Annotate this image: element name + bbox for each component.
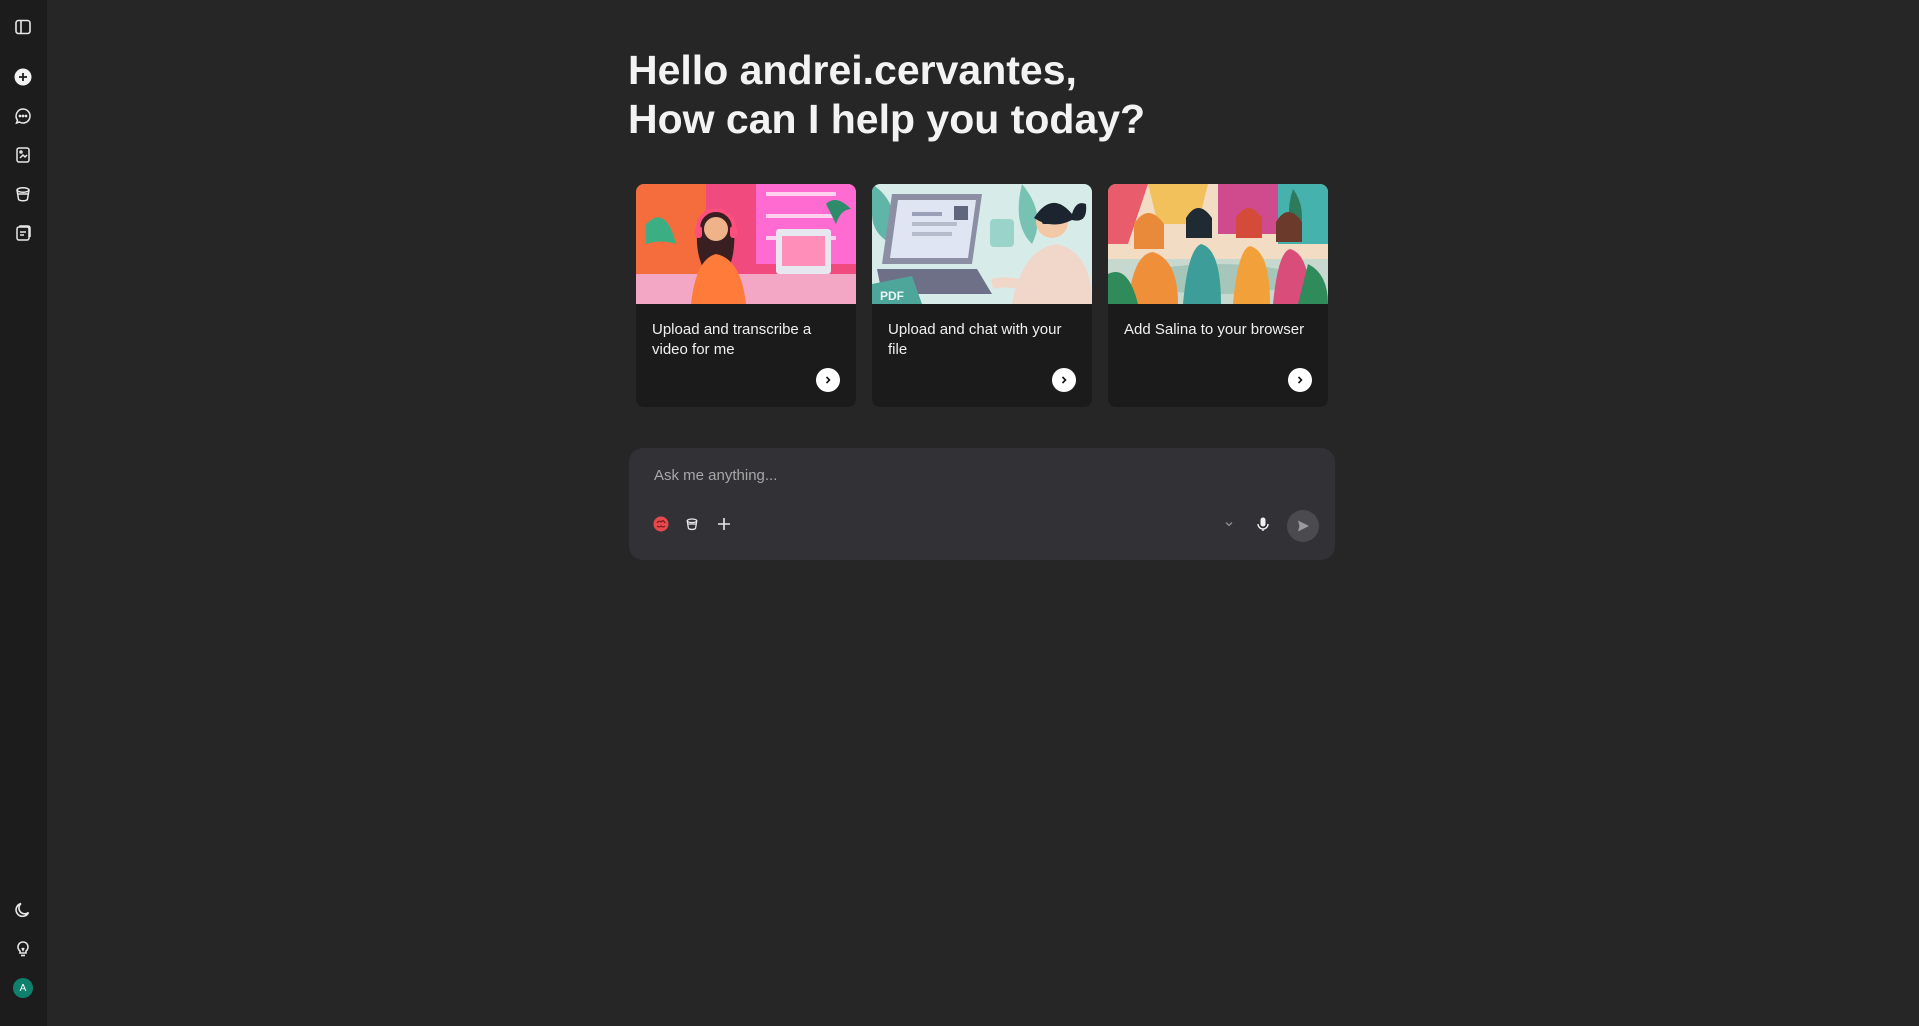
new-chat-icon[interactable]	[11, 65, 35, 89]
avatar[interactable]: A	[13, 978, 33, 998]
card-image-chat-file: PDF	[872, 184, 1092, 304]
chevron-right-icon[interactable]	[1288, 368, 1312, 392]
greeting-line-1: Hello andrei.cervantes,	[628, 47, 1077, 93]
send-icon	[1298, 520, 1309, 532]
card-transcribe-video[interactable]: Upload and transcribe a video for me	[636, 184, 856, 407]
documents-icon[interactable]	[11, 221, 35, 245]
composer	[629, 448, 1335, 560]
notes-icon[interactable]	[11, 143, 35, 167]
send-button[interactable]	[1287, 510, 1319, 542]
plus-icon[interactable]	[714, 514, 734, 534]
bucket-icon[interactable]	[11, 182, 35, 206]
bucket-icon[interactable]	[682, 514, 702, 534]
chevron-right-icon[interactable]	[816, 368, 840, 392]
greeting-line-2: How can I help you today?	[628, 96, 1146, 142]
avatar-initial: A	[19, 982, 27, 994]
chevron-right-icon[interactable]	[1052, 368, 1076, 392]
lightbulb-icon[interactable]	[11, 937, 35, 961]
brain-icon[interactable]	[651, 514, 671, 534]
sidebar: A	[0, 0, 47, 1026]
card-add-to-browser[interactable]: Add Salina to your browser	[1108, 184, 1328, 407]
moon-icon[interactable]	[11, 898, 35, 922]
chevron-down-icon[interactable]	[1219, 514, 1239, 534]
sidebar-toggle-icon[interactable]	[11, 15, 35, 39]
card-label: Upload and transcribe a video for me	[652, 321, 812, 358]
greeting: Hello andrei.cervantes, How can I help y…	[628, 46, 1145, 144]
card-label: Upload and chat with your file	[888, 321, 1062, 358]
card-chat-file[interactable]: PDF Upload and chat with your file	[872, 184, 1092, 407]
card-label: Add Salina to your browser	[1124, 321, 1305, 338]
svg-text:PDF: PDF	[880, 289, 904, 303]
card-image-browser	[1108, 184, 1328, 304]
microphone-icon[interactable]	[1253, 514, 1273, 534]
card-image-transcribe	[636, 184, 856, 304]
chat-icon[interactable]	[11, 104, 35, 128]
chat-input[interactable]	[652, 462, 1296, 488]
